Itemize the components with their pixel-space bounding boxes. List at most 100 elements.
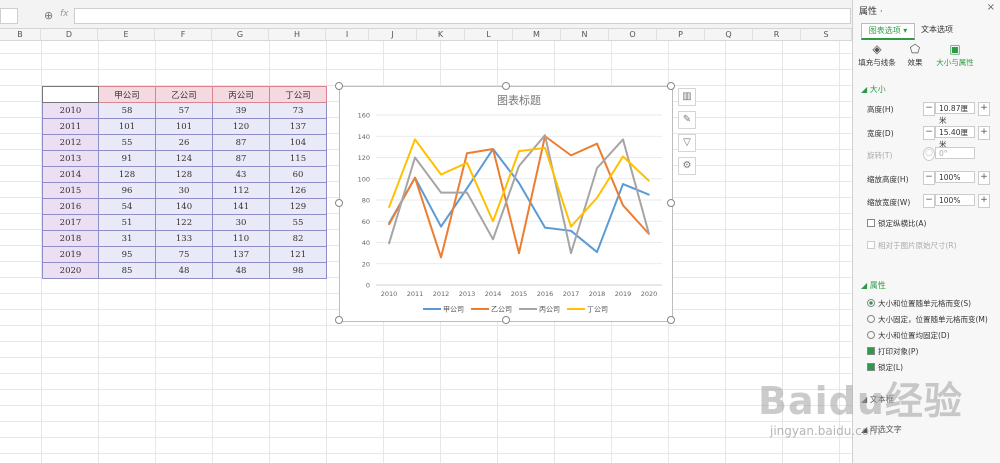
resize-handle[interactable] bbox=[335, 82, 343, 90]
value-cell[interactable]: 128 bbox=[155, 166, 213, 183]
resize-handle[interactable] bbox=[502, 316, 510, 324]
value-cell[interactable]: 141 bbox=[212, 198, 270, 215]
resize-handle[interactable] bbox=[667, 82, 675, 90]
increment-button[interactable]: + bbox=[978, 102, 990, 116]
close-icon[interactable]: × bbox=[987, 2, 995, 13]
value-cell[interactable]: 82 bbox=[269, 230, 327, 247]
column-header[interactable]: P bbox=[657, 29, 705, 40]
value-cell[interactable]: 129 bbox=[269, 198, 327, 215]
column-header[interactable]: Q bbox=[705, 29, 753, 40]
header-cell[interactable]: 乙公司 bbox=[155, 86, 213, 103]
value-cell[interactable]: 48 bbox=[212, 262, 270, 279]
column-header[interactable]: I bbox=[326, 29, 369, 40]
line-chart[interactable]: 图表标题 0 20 40 60 80 100 120 140 160 2010 2011 2012 201… bbox=[339, 86, 673, 322]
column-header[interactable]: L bbox=[465, 29, 513, 40]
height-stepper[interactable]: − 10.87厘米 + bbox=[923, 102, 990, 125]
print-object-checkbox[interactable]: 打印对象(P) bbox=[867, 346, 918, 357]
year-cell[interactable]: 2020 bbox=[42, 262, 99, 279]
chart-filter-icon[interactable]: ▽ bbox=[678, 134, 696, 152]
column-header[interactable]: B bbox=[0, 29, 41, 40]
value-cell[interactable]: 73 bbox=[269, 102, 327, 119]
decrement-button[interactable]: − bbox=[923, 171, 935, 185]
value-cell[interactable]: 54 bbox=[98, 198, 156, 215]
radio-move-size-with-cells[interactable]: 大小和位置随单元格而变(S) bbox=[867, 298, 971, 309]
value-cell[interactable]: 121 bbox=[269, 246, 327, 263]
value-cell[interactable]: 91 bbox=[98, 150, 156, 167]
height-value[interactable]: 10.87厘米 bbox=[935, 102, 975, 125]
scale-width-stepper[interactable]: − 100% + bbox=[923, 194, 990, 208]
year-cell[interactable]: 2016 bbox=[42, 198, 99, 215]
formula-input[interactable] bbox=[74, 8, 851, 24]
column-header[interactable]: R bbox=[753, 29, 801, 40]
year-cell[interactable]: 2017 bbox=[42, 214, 99, 231]
value-cell[interactable]: 140 bbox=[155, 198, 213, 215]
column-header[interactable]: J bbox=[369, 29, 417, 40]
column-header[interactable]: F bbox=[155, 29, 212, 40]
corner-cell[interactable] bbox=[42, 86, 99, 103]
value-cell[interactable]: 98 bbox=[269, 262, 327, 279]
increment-button[interactable]: + bbox=[978, 126, 990, 140]
year-cell[interactable]: 2018 bbox=[42, 230, 99, 247]
chart-settings-gear-icon[interactable]: ⚙ bbox=[678, 157, 696, 175]
value-cell[interactable]: 101 bbox=[155, 118, 213, 135]
value-cell[interactable]: 48 bbox=[155, 262, 213, 279]
scale-width-value[interactable]: 100% bbox=[935, 194, 975, 206]
tab-text-options[interactable]: 文本选项 bbox=[921, 24, 953, 35]
resize-handle[interactable] bbox=[667, 199, 675, 207]
value-cell[interactable]: 96 bbox=[98, 182, 156, 199]
name-box[interactable] bbox=[0, 8, 18, 24]
resize-handle[interactable] bbox=[502, 82, 510, 90]
tab-chart-options[interactable]: 图表选项 ▾ bbox=[861, 23, 915, 40]
column-header[interactable]: K bbox=[417, 29, 465, 40]
value-cell[interactable]: 30 bbox=[155, 182, 213, 199]
value-cell[interactable]: 110 bbox=[212, 230, 270, 247]
year-cell[interactable]: 2011 bbox=[42, 118, 99, 135]
value-cell[interactable]: 124 bbox=[155, 150, 213, 167]
value-cell[interactable]: 55 bbox=[98, 134, 156, 151]
decrement-button[interactable]: − bbox=[923, 194, 935, 208]
value-cell[interactable]: 115 bbox=[269, 150, 327, 167]
chart-style-brush-icon[interactable]: ✎ bbox=[678, 111, 696, 129]
decrement-button[interactable]: − bbox=[923, 126, 935, 140]
value-cell[interactable]: 26 bbox=[155, 134, 213, 151]
scale-height-stepper[interactable]: − 100% + bbox=[923, 171, 990, 185]
column-header[interactable]: E bbox=[98, 29, 155, 40]
lock-ratio-checkbox[interactable]: 锁定纵横比(A) bbox=[867, 218, 926, 229]
value-cell[interactable]: 60 bbox=[269, 166, 327, 183]
value-cell[interactable]: 95 bbox=[98, 246, 156, 263]
year-cell[interactable]: 2019 bbox=[42, 246, 99, 263]
header-cell[interactable]: 甲公司 bbox=[98, 86, 156, 103]
value-cell[interactable]: 85 bbox=[98, 262, 156, 279]
value-cell[interactable]: 30 bbox=[212, 214, 270, 231]
value-cell[interactable]: 43 bbox=[212, 166, 270, 183]
resize-handle[interactable] bbox=[335, 199, 343, 207]
value-cell[interactable]: 55 bbox=[269, 214, 327, 231]
value-cell[interactable]: 137 bbox=[212, 246, 270, 263]
column-header[interactable]: O bbox=[609, 29, 657, 40]
subtab-size-properties[interactable]: ▣ 大小与属性 bbox=[933, 42, 977, 68]
column-header[interactable]: H bbox=[269, 29, 326, 40]
value-cell[interactable]: 104 bbox=[269, 134, 327, 151]
value-cell[interactable]: 101 bbox=[98, 118, 156, 135]
year-cell[interactable]: 2013 bbox=[42, 150, 99, 167]
value-cell[interactable]: 39 bbox=[212, 102, 270, 119]
year-cell[interactable]: 2015 bbox=[42, 182, 99, 199]
section-properties[interactable]: ◢ 属性 bbox=[861, 280, 886, 291]
value-cell[interactable]: 87 bbox=[212, 134, 270, 151]
value-cell[interactable]: 112 bbox=[212, 182, 270, 199]
value-cell[interactable]: 133 bbox=[155, 230, 213, 247]
value-cell[interactable]: 87 bbox=[212, 150, 270, 167]
value-cell[interactable]: 51 bbox=[98, 214, 156, 231]
value-cell[interactable]: 122 bbox=[155, 214, 213, 231]
value-cell[interactable]: 58 bbox=[98, 102, 156, 119]
value-cell[interactable]: 126 bbox=[269, 182, 327, 199]
scale-height-value[interactable]: 100% bbox=[935, 171, 975, 183]
year-cell[interactable]: 2010 bbox=[42, 102, 99, 119]
increment-button[interactable]: + bbox=[978, 171, 990, 185]
value-cell[interactable]: 137 bbox=[269, 118, 327, 135]
column-header[interactable]: N bbox=[561, 29, 609, 40]
column-header[interactable]: G bbox=[212, 29, 269, 40]
column-header[interactable]: M bbox=[513, 29, 561, 40]
header-cell[interactable]: 丙公司 bbox=[212, 86, 270, 103]
width-stepper[interactable]: − 15.40厘米 + bbox=[923, 126, 990, 149]
